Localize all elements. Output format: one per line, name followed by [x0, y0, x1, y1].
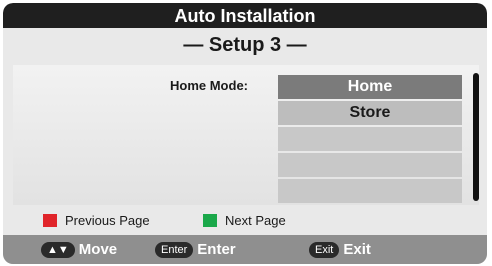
exit-label: Exit [343, 241, 371, 258]
next-page-hint[interactable]: Next Page [203, 213, 286, 228]
enter-hint: Enter Enter [155, 241, 236, 258]
exit-hint: Exit Exit [309, 241, 371, 258]
home-mode-options[interactable]: Home Store [278, 75, 462, 205]
exit-key-icon: Exit [309, 241, 340, 258]
next-page-label: Next Page [225, 213, 286, 228]
option-empty [278, 153, 462, 177]
previous-page-hint[interactable]: Previous Page [43, 213, 150, 228]
updown-key-icon: ▲▼ [41, 241, 75, 258]
enter-label: Enter [197, 241, 236, 258]
home-mode-label: Home Mode: [170, 78, 248, 93]
option-empty [278, 179, 462, 203]
previous-page-label: Previous Page [65, 213, 150, 228]
move-label: Move [78, 241, 118, 258]
enter-key-icon: Enter [155, 241, 194, 258]
option-empty [278, 127, 462, 151]
setup-screen: Auto Installation — Setup 3 — Home Mode:… [3, 3, 487, 264]
red-key-icon [43, 214, 57, 227]
move-hint: ▲▼ Move [41, 241, 117, 258]
window-title: Auto Installation [3, 3, 487, 28]
option-home[interactable]: Home [278, 75, 462, 99]
green-key-icon [203, 214, 217, 227]
page-subtitle: — Setup 3 — [183, 34, 307, 56]
key-hints-bar: ▲▼ Move Enter Enter Exit Exit [3, 235, 487, 264]
page-legend: Previous Page Next Page [3, 209, 487, 231]
option-store[interactable]: Store [278, 101, 462, 125]
content-panel: Home Mode: Home Store [13, 65, 479, 205]
scrollbar[interactable] [473, 73, 479, 201]
